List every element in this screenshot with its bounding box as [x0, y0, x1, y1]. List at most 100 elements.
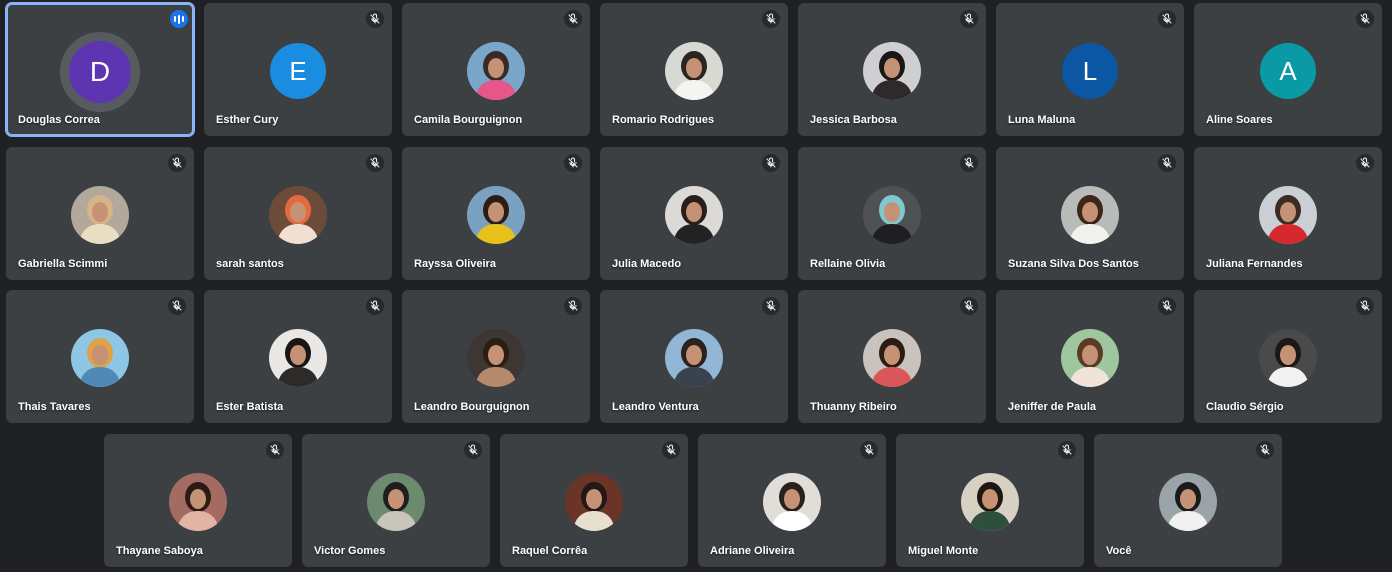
mic-off-icon: [662, 441, 680, 459]
avatar: [863, 186, 921, 244]
mic-off-icon: [168, 297, 186, 315]
participant-name: Claudio Sérgio: [1206, 401, 1284, 413]
avatar: [467, 329, 525, 387]
participant-name: Suzana Silva Dos Santos: [1008, 258, 1139, 270]
participant-tile[interactable]: Claudio Sérgio: [1194, 290, 1382, 423]
participant-tile[interactable]: Thuanny Ribeiro: [798, 290, 986, 423]
participant-name: Romario Rodrigues: [612, 114, 715, 126]
avatar: [467, 186, 525, 244]
avatar: [1159, 473, 1217, 531]
participant-tile[interactable]: Miguel Monte: [896, 434, 1084, 567]
participant-tile[interactable]: Victor Gomes: [302, 434, 490, 567]
participant-name: Jeniffer de Paula: [1008, 401, 1097, 413]
participant-row: Gabriella Scimmi sarah santos Rayssa Olive…: [6, 147, 1382, 280]
participant-name: Esther Cury: [216, 114, 279, 126]
participant-tile[interactable]: A Aline Soares: [1194, 3, 1382, 136]
participant-name: Rellaine Olivia: [810, 258, 886, 270]
participant-tile[interactable]: D Douglas Correa: [6, 3, 194, 136]
participant-tile[interactable]: Raquel Corrêa: [500, 434, 688, 567]
participant-name: Julia Macedo: [612, 258, 682, 270]
participant-name: Camila Bourguignon: [414, 114, 523, 126]
participant-grid: D Douglas Correa E Esther Cury Camila Bourgu…: [0, 0, 1392, 572]
avatar: [863, 42, 921, 100]
participant-row: Thayane Saboya Victor Gomes Raquel Corrêa A…: [104, 434, 1282, 567]
participant-tile[interactable]: Suzana Silva Dos Santos: [996, 147, 1184, 280]
participant-name: Thais Tavares: [18, 401, 91, 413]
participant-tile[interactable]: Rellaine Olivia: [798, 147, 986, 280]
mic-off-icon: [564, 297, 582, 315]
mic-off-icon: [464, 441, 482, 459]
mic-off-icon: [762, 297, 780, 315]
participant-name: Thuanny Ribeiro: [810, 401, 897, 413]
avatar: [1259, 329, 1317, 387]
participant-tile[interactable]: Você: [1094, 434, 1282, 567]
participant-name: Douglas Correa: [18, 114, 100, 126]
participant-tile[interactable]: Thais Tavares: [6, 290, 194, 423]
participant-tile[interactable]: Adriane Oliveira: [698, 434, 886, 567]
avatar: [665, 186, 723, 244]
participant-tile[interactable]: Ester Batista: [204, 290, 392, 423]
mic-off-icon: [366, 297, 384, 315]
participant-tile[interactable]: Gabriella Scimmi: [6, 147, 194, 280]
mic-off-icon: [366, 10, 384, 28]
mic-off-icon: [762, 10, 780, 28]
participant-name: Juliana Fernandes: [1206, 258, 1303, 270]
mic-off-icon: [1356, 297, 1374, 315]
avatar: [71, 186, 129, 244]
mic-off-icon: [1158, 154, 1176, 172]
participant-tile[interactable]: Romario Rodrigues: [600, 3, 788, 136]
mic-off-icon: [564, 154, 582, 172]
avatar: [565, 473, 623, 531]
mic-off-icon: [960, 154, 978, 172]
participant-name: Rayssa Oliveira: [414, 258, 496, 270]
participant-name: Você: [1106, 545, 1132, 557]
participant-name: Leandro Ventura: [612, 401, 699, 413]
avatar: [269, 186, 327, 244]
mic-off-icon: [1058, 441, 1076, 459]
participant-name: Miguel Monte: [908, 545, 979, 557]
avatar: [863, 329, 921, 387]
mic-off-icon: [762, 154, 780, 172]
mic-off-icon: [168, 154, 186, 172]
speaking-indicator-icon: [170, 10, 188, 28]
participant-tile[interactable]: Leandro Ventura: [600, 290, 788, 423]
participant-name: Leandro Bourguignon: [414, 401, 530, 413]
avatar: [169, 473, 227, 531]
participant-tile[interactable]: sarah santos: [204, 147, 392, 280]
avatar: [1259, 186, 1317, 244]
participant-tile[interactable]: Thayane Saboya: [104, 434, 292, 567]
participant-tile[interactable]: Jeniffer de Paula: [996, 290, 1184, 423]
mic-off-icon: [1356, 154, 1374, 172]
participant-name: Ester Batista: [216, 401, 284, 413]
mic-off-icon: [1356, 10, 1374, 28]
mic-off-icon: [266, 441, 284, 459]
avatar: [367, 473, 425, 531]
mic-off-icon: [366, 154, 384, 172]
participant-name: Raquel Corrêa: [512, 545, 588, 557]
participant-tile[interactable]: E Esther Cury: [204, 3, 392, 136]
participant-row: Thais Tavares Ester Batista Leandro Bourgu…: [6, 290, 1382, 423]
avatar: [665, 42, 723, 100]
participant-tile[interactable]: Rayssa Oliveira: [402, 147, 590, 280]
participant-tile[interactable]: L Luna Maluna: [996, 3, 1184, 136]
participant-tile[interactable]: Camila Bourguignon: [402, 3, 590, 136]
avatar: D: [69, 41, 131, 103]
avatar: [1061, 329, 1119, 387]
participant-tile[interactable]: Juliana Fernandes: [1194, 147, 1382, 280]
avatar: [269, 329, 327, 387]
avatar: [961, 473, 1019, 531]
mic-off-icon: [960, 10, 978, 28]
avatar: [71, 329, 129, 387]
participant-name: Victor Gomes: [314, 545, 386, 557]
avatar: E: [270, 43, 326, 99]
avatar: [1061, 186, 1119, 244]
participant-tile[interactable]: Julia Macedo: [600, 147, 788, 280]
participant-tile[interactable]: Leandro Bourguignon: [402, 290, 590, 423]
participant-name: Thayane Saboya: [116, 545, 203, 557]
participant-name: Luna Maluna: [1008, 114, 1076, 126]
mic-off-icon: [960, 297, 978, 315]
mic-off-icon: [1158, 297, 1176, 315]
participant-name: sarah santos: [216, 258, 284, 270]
mic-off-icon: [860, 441, 878, 459]
participant-tile[interactable]: Jessica Barbosa: [798, 3, 986, 136]
